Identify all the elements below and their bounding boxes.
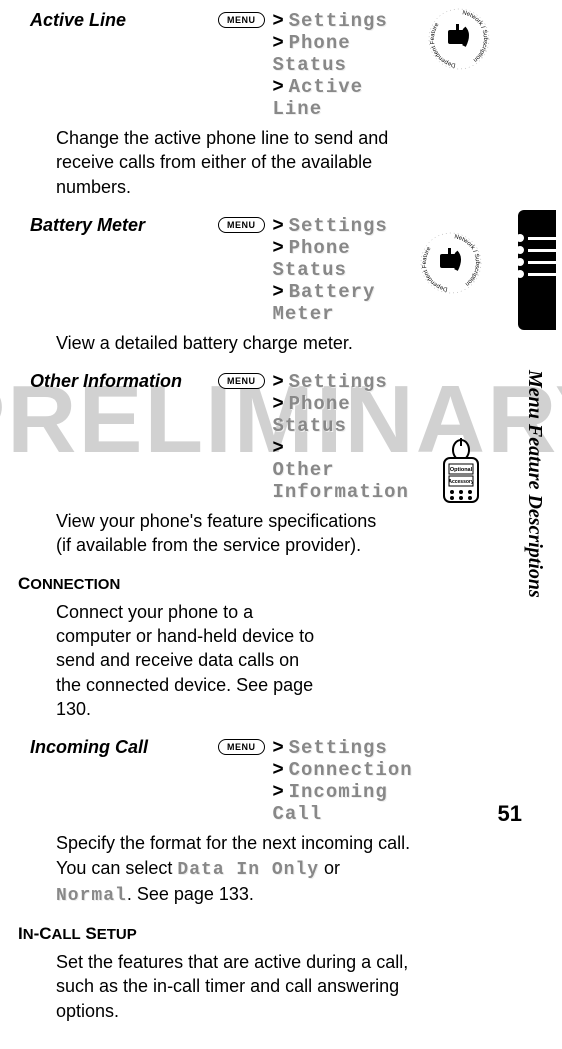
path-segment: Battery Meter	[273, 281, 376, 325]
section-heading-incall-setup: IN-CALL SETUP	[18, 924, 422, 944]
menu-key-icon: MENU	[218, 12, 265, 28]
entry-other-information: Other Information MENU >Settings >Phone …	[18, 371, 422, 558]
page-number: 51	[498, 801, 522, 827]
entry-description: View your phone's feature specifications…	[56, 509, 412, 558]
entry-description: Change the active phone line to send and…	[56, 126, 412, 199]
entry-battery-meter: Battery Meter MENU >Settings >Phone Stat…	[18, 215, 422, 355]
option-value: Data In Only	[177, 860, 319, 880]
menu-key-icon: MENU	[218, 739, 265, 755]
path-segment: Settings	[289, 371, 388, 393]
entry-description: Specify the format for the next incoming…	[56, 831, 412, 908]
menu-key-icon: MENU	[218, 373, 265, 389]
section-side-label: Menu Feature Descriptions	[523, 370, 546, 598]
path-segment: Settings	[289, 215, 388, 237]
section-heading-connection: CONNECTION	[18, 574, 422, 594]
entry-incoming-call: Incoming Call MENU >Settings >Connection…	[18, 737, 422, 908]
path-segment: Other Information	[273, 459, 409, 503]
option-value: Normal	[56, 886, 127, 906]
menu-path: >Settings >Phone Status >Other Informati…	[273, 371, 423, 503]
entry-title: Other Information	[30, 371, 210, 392]
menu-key-icon: MENU	[218, 217, 265, 233]
entry-title: Battery Meter	[30, 215, 210, 236]
menu-path: >Settings >Connection >Incoming Call	[273, 737, 423, 825]
path-segment: Settings	[289, 10, 388, 32]
entry-title: Incoming Call	[30, 737, 210, 758]
path-segment: Incoming Call	[273, 781, 388, 825]
entry-title: Active Line	[30, 10, 210, 31]
menu-path: >Settings >Phone Status >Active Line	[273, 10, 423, 120]
entry-active-line: Active Line MENU >Settings >Phone Status…	[18, 10, 422, 199]
thumb-index-tab	[508, 210, 556, 370]
menu-path: >Settings >Phone Status >Battery Meter	[273, 215, 423, 325]
path-segment: Active Line	[273, 76, 364, 120]
path-segment: Connection	[289, 759, 413, 781]
path-segment: Settings	[289, 737, 388, 759]
section-description: Set the features that are active during …	[56, 950, 412, 1023]
entry-description: View a detailed battery charge meter.	[56, 331, 412, 355]
section-description: Connect your phone to a computer or hand…	[56, 600, 322, 721]
